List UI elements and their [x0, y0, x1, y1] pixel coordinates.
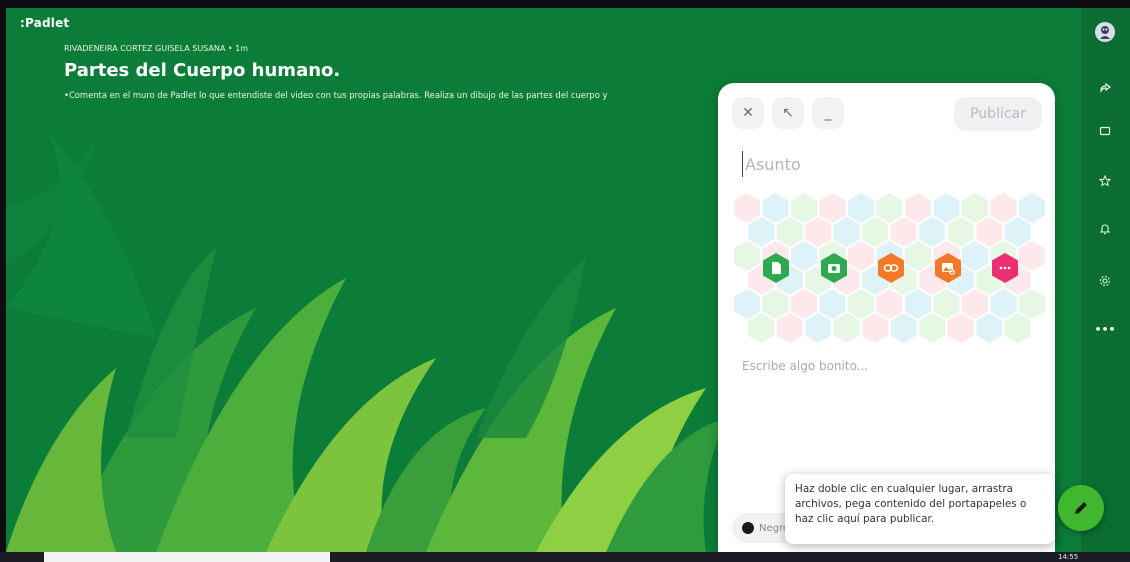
- hex-tile: [805, 217, 832, 247]
- hex-tile: [791, 289, 817, 319]
- hex-tile: [919, 217, 946, 247]
- publish-button[interactable]: Publicar: [954, 97, 1042, 131]
- new-post-button[interactable]: [1058, 485, 1104, 531]
- hex-tile: [748, 313, 775, 343]
- more-icon[interactable]: •••: [1094, 318, 1116, 340]
- hex-tile: [962, 289, 988, 319]
- hex-tile: [1019, 241, 1045, 271]
- hex-tile: [791, 193, 817, 223]
- file-upload-icon: [772, 262, 781, 274]
- hex-tile: [1019, 193, 1045, 223]
- os-taskbar: 14:55: [0, 552, 1130, 562]
- star-icon[interactable]: [1094, 170, 1116, 192]
- hex-tile: [1019, 289, 1045, 319]
- right-toolbar: •••: [1081, 8, 1130, 552]
- more-attachments-icon: [999, 266, 1011, 270]
- hex-tile: [947, 313, 974, 343]
- taskbar-search[interactable]: [44, 552, 330, 562]
- hex-tile: [734, 289, 760, 319]
- hex-tile: [848, 241, 874, 271]
- hex-tile: [791, 241, 817, 271]
- hex-tile: [919, 313, 946, 343]
- color-swatch: [742, 522, 754, 534]
- taskbar-clock: 14:55: [1058, 553, 1079, 561]
- hex-tile: [962, 241, 988, 271]
- wall-description: •Comenta en el muro de Padlet lo que ent…: [64, 90, 608, 100]
- hex-tile: [848, 193, 874, 223]
- hex-tile: [947, 217, 974, 247]
- hex-tile: [976, 313, 1003, 343]
- pencil-icon: [1075, 502, 1087, 514]
- close-button[interactable]: ✕: [732, 97, 764, 129]
- camera-icon: [828, 264, 840, 273]
- hex-tile: [776, 217, 803, 247]
- slideshow-icon[interactable]: [1094, 120, 1116, 142]
- post-author-line: RIVADENEIRA CORTEZ GUISELA SUSANA • 1m: [64, 44, 249, 53]
- body-input[interactable]: [742, 355, 1032, 377]
- hex-tile: [962, 193, 988, 223]
- hex-tile: [990, 193, 1017, 223]
- hex-tile: [1004, 313, 1031, 343]
- close-icon: ✕: [742, 105, 754, 121]
- padlet-screen: :Padlet RIVADENEIRA CORTEZ GUISELA SUSAN…: [6, 8, 1130, 552]
- bell-icon[interactable]: [1094, 218, 1116, 240]
- wall-title: Partes del Cuerpo humano.: [64, 60, 341, 81]
- hex-tile: [734, 193, 760, 223]
- hex-tile: [762, 193, 789, 223]
- hex-tile: [833, 217, 860, 247]
- settings-icon[interactable]: [1094, 270, 1116, 292]
- hex-tile: [762, 289, 789, 319]
- avatar-icon[interactable]: [1095, 22, 1115, 42]
- expand-icon: ↖: [782, 105, 794, 121]
- hex-tile: [862, 313, 889, 343]
- padlet-logo[interactable]: :Padlet: [20, 16, 69, 30]
- share-icon[interactable]: [1094, 76, 1116, 98]
- hex-tile: [976, 217, 1003, 247]
- hex-tile: [819, 289, 846, 319]
- hex-tile: [833, 313, 860, 343]
- hex-tile: [862, 217, 889, 247]
- hex-tile: [1004, 217, 1031, 247]
- hex-tile: [890, 217, 917, 247]
- attachment-hex-grid: [734, 193, 1045, 343]
- subject-input[interactable]: [742, 151, 1032, 177]
- hex-tile: [734, 241, 760, 271]
- publish-hint-tooltip: Haz doble clic en cualquier lugar, arras…: [785, 474, 1055, 544]
- hex-tile: [990, 289, 1017, 319]
- hex-tile: [933, 289, 960, 319]
- hex-tile: [819, 193, 846, 223]
- minimize-icon: _: [824, 105, 832, 121]
- expand-button[interactable]: ↖: [772, 97, 804, 129]
- hex-tile: [876, 289, 903, 319]
- hex-tile: [876, 193, 903, 223]
- minimize-button[interactable]: _: [812, 97, 844, 129]
- hex-tile: [776, 313, 803, 343]
- hex-tile: [748, 217, 775, 247]
- hex-tile: [890, 313, 917, 343]
- hex-tile: [805, 313, 832, 343]
- hex-tile: [905, 193, 931, 223]
- hex-tile: [848, 289, 874, 319]
- hex-tile: [905, 241, 931, 271]
- hex-tile: [905, 289, 931, 319]
- hex-tile: [933, 193, 960, 223]
